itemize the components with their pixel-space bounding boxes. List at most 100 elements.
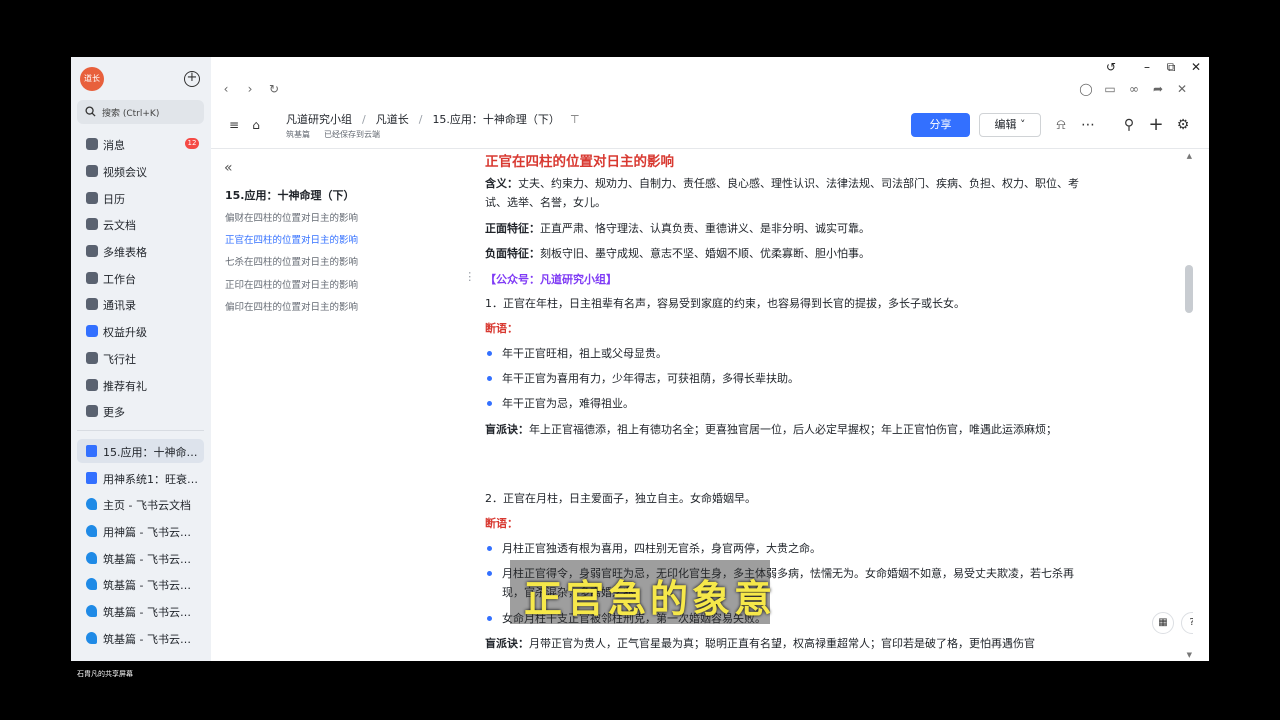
maximize-button[interactable]: ⧉	[1164, 60, 1178, 74]
sidebar-item-label: 飞行社	[103, 353, 136, 366]
blind-rule-key: 盲派诀：	[485, 637, 529, 650]
list-item: 年干正官旺相，祖上或父母显贵。	[502, 347, 667, 360]
recent-doc-item[interactable]: 15.应用：十神命理（下）	[77, 439, 204, 463]
scroll-down-arrow-icon[interactable]: ▼	[1187, 651, 1192, 659]
feishu-icon	[86, 525, 97, 537]
recent-doc-item[interactable]: 主页 - 飞书云文档	[77, 492, 204, 516]
breadcrumb-current: 15.应用：十神命理（下）	[432, 113, 560, 126]
recent-doc-item[interactable]: 筑基篇 - 飞书云文档	[77, 546, 204, 570]
base-icon	[86, 245, 98, 257]
help-button[interactable]: ?	[1181, 612, 1193, 634]
message-icon	[86, 138, 98, 150]
add-icon[interactable]: +	[1147, 116, 1165, 134]
gift-icon	[86, 379, 98, 391]
document-header: ≡ ⌂ 凡道研究小组 / 凡道长/15.应用：十神命理（下） ⊤ 筑基篇 已经保存到云端…	[211, 102, 1209, 149]
chevron-down-icon: ˅	[1020, 118, 1026, 131]
sidebar-divider	[77, 430, 204, 431]
doc-icon	[86, 472, 97, 484]
forward-arrow-icon[interactable]: ›	[243, 82, 257, 96]
sidebar-item-more[interactable]: 更多	[77, 399, 204, 423]
sidebar-item-upgrade[interactable]: 权益升级	[77, 319, 204, 343]
history-icon[interactable]: ↺	[1104, 60, 1118, 74]
sidebar-item-video-meeting[interactable]: 视频会议	[77, 159, 204, 183]
close-window-button[interactable]: ✕	[1189, 60, 1203, 74]
pin-icon[interactable]: ⊤	[570, 113, 580, 126]
outline-item[interactable]: 正印在四柱的位置对日主的影响	[225, 277, 358, 291]
comment-icon[interactable]: ◯	[1079, 82, 1093, 96]
link-icon[interactable]: ∞	[1127, 82, 1141, 96]
scrollbar-thumb[interactable]	[1185, 265, 1193, 313]
recent-doc-label: 15.应用：十神命理（下）	[103, 446, 198, 459]
close-tab-icon[interactable]: ✕	[1175, 82, 1189, 96]
forward-share-icon[interactable]: ➦	[1151, 82, 1165, 96]
sidebar-item-messages[interactable]: 消息 12	[77, 132, 204, 156]
collapse-outline-icon[interactable]: «	[224, 160, 233, 176]
promo-text: 【公众号：凡道研究小组】	[485, 273, 617, 286]
save-status: 已经保存到云端	[324, 130, 380, 139]
sidebar-item-cloud-docs[interactable]: 云文档	[77, 212, 204, 236]
paragraph-1: 1．正官在年柱，日主祖辈有名声，容易受到家庭的约束，也容易得到长官的提拔，多长子…	[485, 297, 965, 310]
edit-button-label: 编辑	[994, 118, 1017, 131]
outline-toggle-icon[interactable]: ≡	[225, 116, 243, 134]
edit-mode-button[interactable]: 编辑 ˅	[979, 113, 1041, 137]
blind-rule-text: 年上正官福德添，祖上有德功名全；更喜独官居一位，后人必定早握权；年上正官怕伤官，…	[529, 423, 1057, 436]
doc-info-button[interactable]: ▦	[1152, 612, 1174, 634]
scroll-up-arrow-icon[interactable]: ▲	[1187, 152, 1192, 160]
recent-doc-item[interactable]: 用神系统1：旺衰用神	[77, 466, 204, 490]
bullet-icon	[487, 616, 492, 621]
sidebar-item-calendar[interactable]: 日历	[77, 186, 204, 210]
list-item: 年干正官为喜用有力，少年得志，可获祖荫，多得长辈扶助。	[502, 372, 799, 385]
outline-item[interactable]: 偏财在四柱的位置对日主的影响	[225, 210, 358, 224]
sidebar-item-referral[interactable]: 推荐有礼	[77, 373, 204, 397]
breadcrumb-item[interactable]: 凡道研究小组	[286, 113, 352, 126]
search-icon	[85, 106, 96, 117]
outline-item[interactable]: 七杀在四柱的位置对日主的影响	[225, 254, 358, 268]
minimize-button[interactable]: –	[1140, 60, 1154, 74]
sidebar-item-community[interactable]: 飞行社	[77, 346, 204, 370]
window-icon[interactable]: ▭	[1103, 82, 1117, 96]
recent-doc-item[interactable]: 用神篇 - 飞书云文档	[77, 519, 204, 543]
recent-doc-label: 主页 - 飞书云文档	[103, 499, 191, 512]
doc-meta: 筑基篇 已经保存到云端	[286, 129, 394, 140]
blind-rule-key: 盲派诀：	[485, 423, 529, 436]
search-input[interactable]: 搜索 (Ctrl+K)	[77, 100, 204, 124]
search-placeholder: 搜索 (Ctrl+K)	[102, 109, 160, 119]
feishu-icon	[86, 605, 97, 617]
recent-doc-item[interactable]: 筑基篇 - 飞书云文档	[77, 599, 204, 623]
outline-item[interactable]: 偏印在四柱的位置对日主的影响	[225, 299, 358, 313]
blind-rule-paragraph: 盲派诀：月带正官为贵人，正气官星最为真；聪明正直有名望，权高禄重超常人；官印若是…	[485, 634, 1095, 653]
meaning-text: 丈夫、约束力、规劝力、自制力、责任感、良心感、理性认识、法律法规、司法部门、疾病…	[485, 177, 1079, 209]
doc-icon	[86, 445, 97, 457]
back-arrow-icon[interactable]: ‹	[219, 82, 233, 96]
breadcrumb-item[interactable]: 凡道长	[376, 113, 409, 126]
section-heading: 正官在四柱的位置对日主的影响	[485, 154, 674, 170]
positive-paragraph: 正面特征：正直严肃、恪守理法、认真负责、重德讲义、是非分明、诚实可靠。	[485, 219, 1095, 238]
bullet-icon	[487, 376, 492, 381]
outline-item-active[interactable]: 正官在四柱的位置对日主的影响	[225, 232, 358, 246]
meaning-paragraph: 含义：丈夫、约束力、规劝力、自制力、责任感、良心感、理性认识、法律法规、司法部门…	[485, 174, 1095, 212]
sidebar-item-label: 推荐有礼	[103, 380, 147, 393]
recent-doc-item[interactable]: 筑基篇 - 飞书云文档	[77, 626, 204, 650]
more-icon	[86, 405, 98, 417]
home-icon[interactable]: ⌂	[247, 116, 265, 134]
recent-doc-label: 筑基篇 - 飞书云文档	[103, 606, 198, 619]
bell-icon[interactable]: ⍾	[1052, 116, 1070, 134]
block-type-handle-icon[interactable]: T ⋮	[463, 270, 475, 283]
refresh-icon[interactable]: ↻	[267, 82, 281, 96]
sidebar-item-contacts[interactable]: 通讯录	[77, 292, 204, 316]
contacts-icon	[86, 298, 98, 310]
negative-paragraph: 负面特征：刻板守旧、墨守成规、意志不坚、婚姻不顺、优柔寡断、胆小怕事。	[485, 244, 1095, 263]
outline-title[interactable]: 15.应用：十神命理（下）	[225, 187, 355, 203]
avatar[interactable]: 道长	[80, 67, 104, 91]
settings-gear-icon[interactable]: ⚙	[1174, 116, 1192, 134]
share-button[interactable]: 分享	[911, 113, 970, 137]
sidebar-item-base[interactable]: 多维表格	[77, 239, 204, 263]
create-new-button[interactable]: +	[184, 71, 200, 87]
search-doc-icon[interactable]: ⚲	[1120, 116, 1138, 134]
sidebar-item-workplace[interactable]: 工作台	[77, 266, 204, 290]
sidebar-item-label: 日历	[103, 193, 125, 206]
doc-location[interactable]: 筑基篇	[286, 130, 310, 139]
bullet-icon	[487, 351, 492, 356]
more-options-icon[interactable]: ⋯	[1079, 116, 1097, 134]
recent-doc-item[interactable]: 筑基篇 - 飞书云文档	[77, 572, 204, 596]
